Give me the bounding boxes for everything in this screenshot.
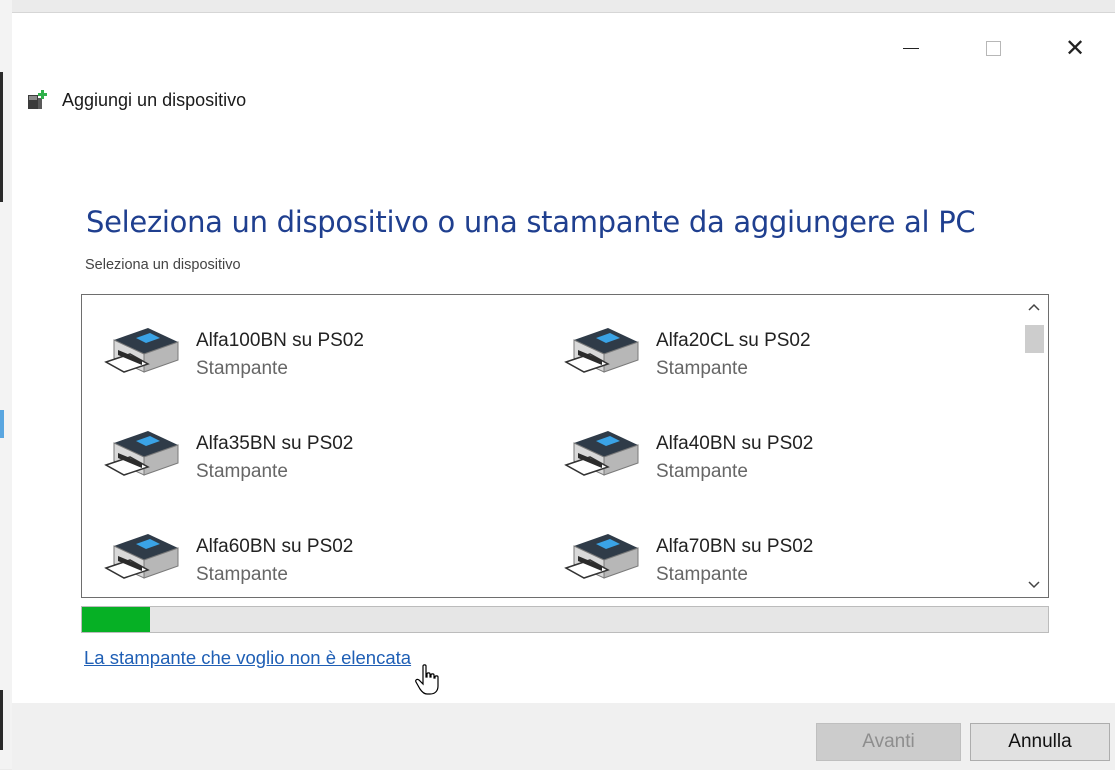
device-item[interactable]: Alfa20CL su PS02 Stampante bbox=[564, 320, 1004, 390]
minimize-button[interactable] bbox=[888, 33, 934, 63]
page-subheading: Seleziona un dispositivo bbox=[85, 257, 241, 273]
device-type: Stampante bbox=[656, 564, 748, 585]
add-device-icon bbox=[28, 90, 47, 109]
scroll-up-button[interactable] bbox=[1020, 295, 1048, 319]
device-item[interactable]: Alfa60BN su PS02 Stampante bbox=[104, 526, 544, 596]
device-item[interactable]: Alfa100BN su PS02 Stampante bbox=[104, 320, 544, 390]
background-edge-highlight bbox=[0, 410, 4, 438]
device-type: Stampante bbox=[196, 564, 288, 585]
device-item[interactable]: Alfa70BN su PS02 Stampante bbox=[564, 526, 1004, 596]
device-type: Stampante bbox=[196, 358, 288, 379]
printer-icon bbox=[564, 534, 639, 579]
device-name: Alfa100BN su PS02 bbox=[196, 330, 364, 351]
dialog-footer: Avanti Annulla bbox=[12, 703, 1115, 770]
hand-cursor-icon bbox=[415, 664, 439, 695]
scrollbar-thumb[interactable] bbox=[1025, 325, 1044, 353]
chevron-down-icon bbox=[1028, 581, 1040, 589]
minimize-icon bbox=[903, 47, 919, 49]
maximize-button[interactable] bbox=[970, 33, 1016, 63]
add-device-dialog: ✕ Aggiungi un dispositivo Seleziona un d… bbox=[12, 12, 1115, 770]
scroll-down-button[interactable] bbox=[1020, 573, 1048, 597]
device-list[interactable]: Alfa100BN su PS02 Stampante Alfa20CL su PS… bbox=[81, 294, 1049, 598]
device-name: Alfa35BN su PS02 bbox=[196, 433, 354, 454]
cancel-button[interactable]: Annulla bbox=[970, 723, 1110, 761]
background-edge-mark bbox=[0, 690, 3, 750]
page-heading: Seleziona un dispositivo o una stampante… bbox=[86, 205, 976, 239]
background-edge-mark bbox=[0, 72, 3, 202]
device-type: Stampante bbox=[656, 461, 748, 482]
printer-icon bbox=[104, 431, 179, 476]
window-title: Aggiungi un dispositivo bbox=[62, 90, 247, 110]
device-type: Stampante bbox=[656, 358, 748, 379]
maximize-icon bbox=[985, 40, 1001, 56]
device-type: Stampante bbox=[196, 461, 288, 482]
device-name: Alfa20CL su PS02 bbox=[656, 330, 811, 351]
printer-not-listed-link[interactable]: La stampante che voglio non è elencata bbox=[84, 647, 411, 669]
device-item[interactable]: Alfa40BN su PS02 Stampante bbox=[564, 423, 1004, 493]
search-progress-bar bbox=[81, 606, 1049, 633]
printer-icon bbox=[104, 534, 179, 579]
chevron-up-icon bbox=[1028, 303, 1040, 311]
vertical-scrollbar[interactable] bbox=[1020, 295, 1048, 597]
printer-icon bbox=[564, 431, 639, 476]
device-name: Alfa70BN su PS02 bbox=[656, 536, 814, 557]
device-item[interactable]: Alfa35BN su PS02 Stampante bbox=[104, 423, 544, 493]
close-icon: ✕ bbox=[1064, 34, 1086, 62]
device-name: Alfa40BN su PS02 bbox=[656, 433, 814, 454]
progress-fill bbox=[82, 607, 150, 632]
printer-icon bbox=[564, 328, 639, 373]
next-button[interactable]: Avanti bbox=[816, 723, 961, 761]
printer-icon bbox=[104, 328, 179, 373]
device-name: Alfa60BN su PS02 bbox=[196, 536, 354, 557]
background-window-edge bbox=[0, 0, 12, 769]
close-button[interactable]: ✕ bbox=[1052, 33, 1098, 63]
